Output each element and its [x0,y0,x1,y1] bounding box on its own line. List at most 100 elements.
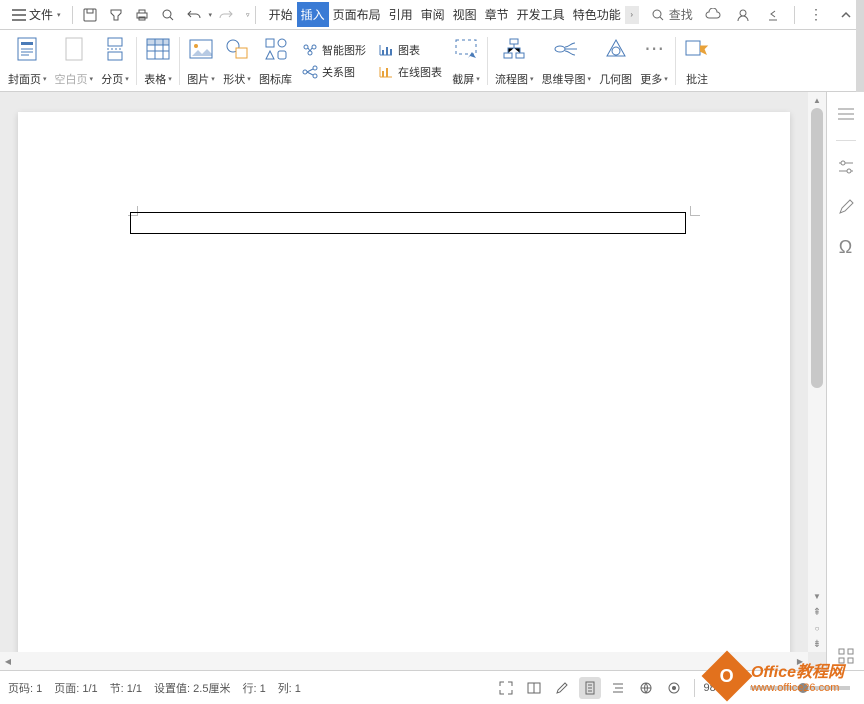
tabs-overflow[interactable]: › [625,6,639,24]
zoom-thumb[interactable] [798,683,808,693]
page-up-icon[interactable]: ⇞ [808,604,826,620]
tab-layout[interactable]: 页面布局 [329,2,385,27]
scroll-right-icon[interactable]: ▶ [792,652,808,670]
undo-dropdown[interactable]: ▾ [209,11,213,19]
divider [487,37,488,85]
ribbon-relation[interactable]: 关系图 [300,62,368,82]
horizontal-scrollbar[interactable]: ◀ ▶ [0,652,808,670]
ribbon-smartart[interactable]: 智能图形 [300,40,368,60]
online-chart-icon [378,64,394,80]
divider [675,37,676,85]
fullscreen-icon[interactable] [495,677,517,699]
ribbon-icon-library[interactable]: 图标库 [255,33,296,89]
side-panel: Ω [826,92,864,670]
top-right-controls: ⋮ [701,3,858,27]
chevron-down-icon: ▾ [57,11,61,19]
ribbon-table[interactable]: 表格▾ [140,33,176,89]
right-edge-handle[interactable] [856,0,864,92]
mindmap-icon [552,35,580,63]
document-page[interactable] [18,112,790,652]
app-menu-button[interactable]: 文件 ▾ [6,3,67,26]
scroll-track[interactable] [16,652,792,670]
search-button[interactable]: 查找 [651,6,693,23]
status-setting[interactable]: 设置值: 2.5厘米 [154,680,230,696]
page-down-icon[interactable]: ⇟ [808,636,826,652]
side-settings-icon[interactable] [832,153,860,181]
page-break-icon [101,35,129,63]
ribbon-annotate[interactable]: 批注 [679,33,715,89]
ribbon-screenshot[interactable]: 截屏▾ [448,33,484,89]
ribbon-flowchart[interactable]: 流程图▾ [491,33,538,89]
document-scroll[interactable] [0,92,808,652]
reading-view-icon[interactable] [523,677,545,699]
edit-view-icon[interactable] [551,677,573,699]
search-label: 查找 [669,6,693,23]
scroll-track[interactable] [808,108,826,588]
tab-devtools[interactable]: 开发工具 [513,2,569,27]
quickaccess-more[interactable]: ▿ [246,11,250,19]
status-page-number[interactable]: 页码: 1 [8,680,42,696]
cloud-icon[interactable] [701,3,725,27]
ribbon-more[interactable]: ⋯ 更多▾ [636,33,672,89]
side-pencil-icon[interactable] [832,193,860,221]
status-right: 98% − [495,677,856,699]
ribbon-chart[interactable]: 图表 [376,40,444,60]
print-icon[interactable] [130,3,154,27]
side-omega-icon[interactable]: Ω [832,233,860,261]
collapse-ribbon-icon[interactable] [834,3,858,27]
user-icon[interactable] [731,3,755,27]
mindmap-label: 思维导图 [542,71,586,87]
ribbon-shapes[interactable]: 形状▾ [219,33,255,89]
share-icon[interactable] [761,3,785,27]
divider [794,6,795,24]
more-vertical-icon[interactable]: ⋮ [804,3,828,27]
status-col[interactable]: 列: 1 [278,680,301,696]
relation-label: 关系图 [322,64,355,80]
ribbon-geometry[interactable]: 几何图 [595,33,636,89]
status-row[interactable]: 行: 1 [242,680,265,696]
ribbon-picture[interactable]: 图片▾ [183,33,219,89]
vertical-scrollbar[interactable]: ▲ ▼ ⇞ ○ ⇟ [808,92,826,652]
undo-icon[interactable] [182,3,206,27]
page-view-icon[interactable] [579,677,601,699]
scroll-up-icon[interactable]: ▲ [808,92,826,108]
top-toolbar: 文件 ▾ ▾ ▿ 开始 插入 页面布局 引用 审阅 视图 章节 开发工具 特色功… [0,0,864,30]
zoom-percent[interactable]: 98% [704,682,726,694]
tab-start[interactable]: 开始 [265,2,297,27]
divider [255,6,256,24]
status-bar: 页码: 1 页面: 1/1 节: 1/1 设置值: 2.5厘米 行: 1 列: … [0,670,864,704]
tab-review[interactable]: 审阅 [417,2,449,27]
web-view-icon[interactable] [635,677,657,699]
browse-object-icon[interactable]: ○ [808,620,826,636]
tab-chapter[interactable]: 章节 [481,2,513,27]
tab-special[interactable]: 特色功能 [569,2,625,27]
print-preview-icon[interactable] [104,3,128,27]
zoom-out-icon[interactable]: − [732,682,738,694]
ribbon-page-break[interactable]: 分页▾ [97,33,133,89]
geometry-icon [602,35,630,63]
tab-insert[interactable]: 插入 [297,2,329,27]
pagebreak-label: 分页 [101,71,123,87]
scroll-left-icon[interactable]: ◀ [0,652,16,670]
tab-reference[interactable]: 引用 [385,2,417,27]
zoom-slider[interactable] [750,686,850,690]
scroll-down-icon[interactable]: ▼ [808,588,826,604]
ribbon-cover-page[interactable]: 封面页▾ [4,33,51,89]
preview-icon[interactable] [156,3,180,27]
status-section[interactable]: 节: 1/1 [110,680,142,696]
tab-view[interactable]: 视图 [449,2,481,27]
status-page-total[interactable]: 页面: 1/1 [54,680,97,696]
ribbon-blank-page[interactable]: 空白页▾ [51,33,98,89]
scroll-thumb[interactable] [811,108,823,388]
cover-label: 封面页 [8,71,41,87]
outline-view-icon[interactable] [607,677,629,699]
side-hamburger-icon[interactable] [832,100,860,128]
ribbon-online-chart[interactable]: 在线图表 [376,62,444,82]
redo-icon[interactable] [214,3,238,27]
save-icon[interactable] [78,3,102,27]
table-cell[interactable] [130,212,686,234]
geometry-label: 几何图 [599,71,632,87]
focus-view-icon[interactable] [663,677,685,699]
side-grid-icon[interactable] [832,642,860,670]
ribbon-mindmap[interactable]: 思维导图▾ [538,33,596,89]
